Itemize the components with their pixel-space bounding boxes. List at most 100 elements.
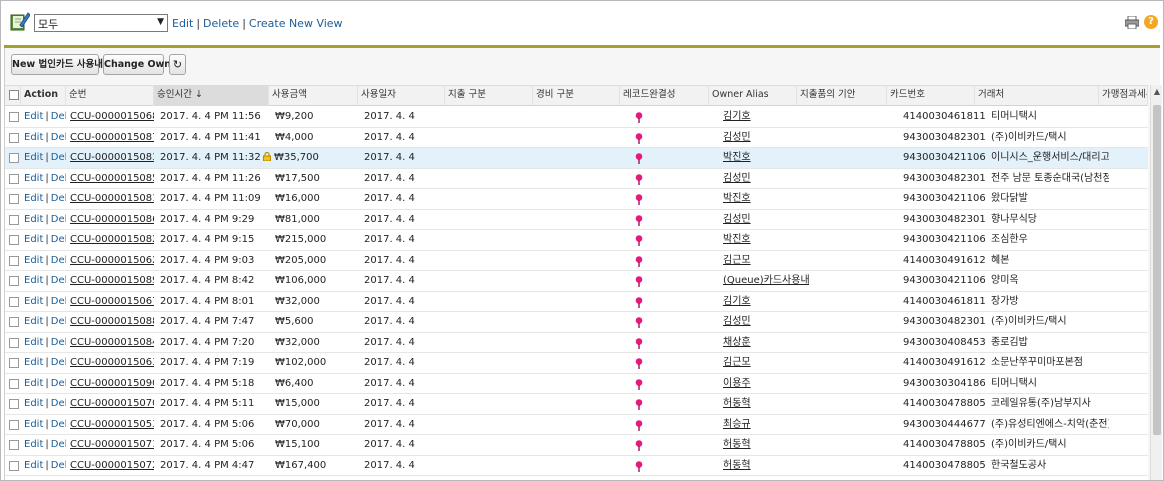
row-delete-link[interactable]: Del: [51, 255, 66, 266]
header-record-complete[interactable]: 레코드완결성: [620, 86, 709, 106]
row-edit-link[interactable]: Edit: [24, 419, 43, 430]
owner-alias-link[interactable]: 박진호: [723, 193, 751, 204]
record-number-link[interactable]: CCU-0000015084: [70, 337, 154, 348]
row-edit-link[interactable]: Edit: [24, 378, 43, 389]
owner-alias-link[interactable]: 김기호: [723, 296, 751, 307]
refresh-icon[interactable]: ↻: [169, 54, 186, 75]
row-edit-link[interactable]: Edit: [24, 193, 43, 204]
header-use-date[interactable]: 사용일자: [358, 86, 445, 106]
row-delete-link[interactable]: Del: [51, 234, 66, 245]
row-edit-link[interactable]: Edit: [24, 337, 43, 348]
record-number-link[interactable]: CCU-0000015086: [70, 214, 154, 225]
row-edit-link[interactable]: Edit: [24, 439, 43, 450]
change-owner-button[interactable]: Change Owner: [103, 54, 182, 75]
header-card-number[interactable]: 카드번호: [887, 86, 975, 106]
help-icon[interactable]: ?: [1144, 15, 1158, 29]
row-delete-link[interactable]: Del: [51, 214, 66, 225]
row-checkbox[interactable]: [9, 173, 19, 184]
row-checkbox[interactable]: [9, 132, 19, 143]
record-number-link[interactable]: CCU-0000015083: [70, 152, 154, 163]
header-number[interactable]: 순번: [66, 86, 154, 106]
row-delete-link[interactable]: Del: [51, 460, 66, 471]
row-delete-link[interactable]: Del: [51, 193, 66, 204]
record-number-link[interactable]: CCU-0000015085: [70, 173, 154, 184]
owner-alias-link[interactable]: 허동혁: [723, 460, 751, 471]
record-number-link[interactable]: CCU-0000015070: [70, 398, 154, 409]
owner-alias-link[interactable]: 최승규: [723, 419, 751, 430]
row-checkbox[interactable]: [9, 296, 19, 307]
row-edit-link[interactable]: Edit: [24, 132, 43, 143]
row-checkbox[interactable]: [9, 276, 19, 286]
scroll-thumb[interactable]: [1153, 105, 1161, 435]
record-number-link[interactable]: CCU-0000015071: [70, 439, 154, 450]
record-number-link[interactable]: CCU-0000015089: [70, 275, 154, 286]
record-number-link[interactable]: CCU-0000015068: [70, 111, 154, 122]
record-number-link[interactable]: CCU-0000015088: [70, 316, 154, 327]
row-edit-link[interactable]: Edit: [24, 152, 43, 163]
row-delete-link[interactable]: Del: [51, 398, 66, 409]
header-amount[interactable]: 사용금액: [269, 86, 358, 106]
row-delete-link[interactable]: Del: [51, 419, 66, 430]
owner-alias-link[interactable]: 박진호: [723, 152, 751, 163]
row-delete-link[interactable]: Del: [51, 357, 66, 368]
row-edit-link[interactable]: Edit: [24, 460, 43, 471]
row-delete-link[interactable]: Del: [51, 275, 66, 286]
record-number-link[interactable]: CCU-0000015090: [70, 378, 154, 389]
vertical-scrollbar[interactable]: ▲: [1150, 85, 1163, 480]
owner-alias-link[interactable]: (Queue)카드사용내...: [723, 275, 809, 286]
delete-view-link[interactable]: Delete: [203, 17, 239, 30]
owner-alias-link[interactable]: 김성민: [723, 214, 751, 225]
record-number-link[interactable]: CCU-0000015081: [70, 193, 154, 204]
header-owner-alias[interactable]: Owner Alias: [709, 86, 797, 106]
owner-alias-link[interactable]: 김성민: [723, 316, 751, 327]
header-cost-type[interactable]: 경비 구분: [533, 86, 620, 106]
print-icon[interactable]: [1125, 16, 1139, 29]
row-edit-link[interactable]: Edit: [24, 111, 43, 122]
record-number-link[interactable]: CCU-0000015063: [70, 357, 154, 368]
row-checkbox[interactable]: [9, 214, 19, 225]
scroll-up-icon[interactable]: ▲: [1151, 87, 1163, 97]
header-expense-deadline[interactable]: 지출품의 기안: [797, 86, 887, 106]
owner-alias-link[interactable]: 김근모: [723, 255, 751, 266]
row-checkbox[interactable]: [9, 194, 19, 204]
new-record-button[interactable]: New 법인카드 사용내역: [11, 54, 112, 75]
owner-alias-link[interactable]: 이용주: [723, 378, 751, 389]
row-delete-link[interactable]: Del: [51, 152, 66, 163]
header-vendor[interactable]: 거래처: [975, 86, 1099, 106]
row-delete-link[interactable]: Del: [51, 173, 66, 184]
row-delete-link[interactable]: Del: [51, 337, 66, 348]
row-delete-link[interactable]: Del: [51, 132, 66, 143]
header-merchant-business[interactable]: 가맹점과세유형: [1099, 86, 1148, 106]
row-edit-link[interactable]: Edit: [24, 214, 43, 225]
owner-alias-link[interactable]: 채상훈: [723, 337, 751, 348]
row-edit-link[interactable]: Edit: [24, 234, 43, 245]
row-delete-link[interactable]: Del: [51, 111, 66, 122]
view-select[interactable]: 모두 ▼: [34, 14, 168, 32]
record-number-link[interactable]: CCU-0000015053: [70, 419, 154, 430]
create-view-link[interactable]: Create New View: [249, 17, 343, 30]
owner-alias-link[interactable]: 허동혁: [723, 439, 751, 450]
row-checkbox[interactable]: [9, 337, 19, 348]
row-checkbox[interactable]: [9, 112, 19, 122]
row-delete-link[interactable]: Del: [51, 316, 66, 327]
owner-alias-link[interactable]: 김기호: [723, 111, 751, 122]
header-expense-type[interactable]: 지출 구분: [445, 86, 533, 106]
row-checkbox[interactable]: [9, 419, 19, 430]
row-delete-link[interactable]: Del: [51, 296, 66, 307]
row-checkbox[interactable]: [9, 378, 19, 389]
row-checkbox[interactable]: [9, 235, 19, 245]
select-all-checkbox[interactable]: [9, 90, 19, 100]
row-delete-link[interactable]: Del: [51, 439, 66, 450]
row-checkbox[interactable]: [9, 317, 19, 327]
row-checkbox[interactable]: [9, 255, 19, 266]
row-edit-link[interactable]: Edit: [24, 275, 43, 286]
row-edit-link[interactable]: Edit: [24, 296, 43, 307]
row-checkbox[interactable]: [9, 153, 19, 163]
row-delete-link[interactable]: Del: [51, 378, 66, 389]
owner-alias-link[interactable]: 김성민: [723, 173, 751, 184]
record-number-link[interactable]: CCU-0000015067: [70, 296, 154, 307]
row-checkbox[interactable]: [9, 358, 19, 368]
header-approval-time[interactable]: 승인시간 ↓: [154, 86, 269, 106]
owner-alias-link[interactable]: 박진호: [723, 234, 751, 245]
row-edit-link[interactable]: Edit: [24, 398, 43, 409]
